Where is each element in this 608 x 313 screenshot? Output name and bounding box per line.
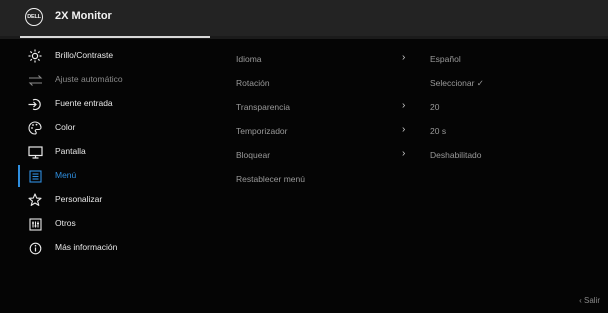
auto-adjust-icon (27, 73, 43, 87)
setting-row-idioma[interactable]: Idioma › Español (236, 49, 596, 71)
setting-row-restablecer-menu[interactable]: Restablecer menú (236, 169, 596, 191)
palette-icon (27, 121, 43, 135)
setting-name: Rotación (236, 78, 270, 88)
setting-row-bloquear[interactable]: Bloquear › Deshabilitado (236, 145, 596, 167)
osd-header: DELL 2X Monitor (0, 0, 608, 36)
dell-logo: DELL (25, 8, 43, 26)
menu-item-label: Color (55, 122, 76, 132)
setting-value: 20 (430, 102, 440, 112)
menu-item-label: Menú (55, 170, 77, 180)
menu-item-otros[interactable]: Otros (0, 212, 220, 236)
menu-section-indicator (20, 36, 210, 38)
sun-icon (27, 49, 43, 63)
menu-icon (27, 169, 43, 183)
menu-item-label: Personalizar (55, 194, 103, 204)
chevron-right-icon: › (402, 100, 406, 111)
selection-indicator (18, 165, 20, 187)
menu-item-label: Ajuste automático (55, 74, 123, 84)
input-source-icon (27, 97, 43, 111)
setting-row-rotacion[interactable]: Rotación Seleccionar ✓ (236, 73, 596, 95)
exit-button[interactable]: ‹ Salir (579, 296, 600, 305)
menu-item-brillo-contraste[interactable]: Brillo/Contraste (0, 44, 220, 68)
menu-item-ajuste-automatico[interactable]: Ajuste automático (0, 68, 220, 92)
display-icon (27, 145, 43, 159)
menu-item-label: Fuente entrada (55, 98, 113, 108)
setting-name: Idioma (236, 54, 262, 64)
setting-row-temporizador[interactable]: Temporizador › 20 s (236, 121, 596, 143)
menu-item-label: Más información (55, 242, 118, 252)
setting-value: Deshabilitado (430, 150, 482, 160)
setting-row-transparencia[interactable]: Transparencia › 20 (236, 97, 596, 119)
info-icon (27, 241, 43, 255)
osd-title: 2X Monitor (55, 10, 112, 22)
menu-item-pantalla[interactable]: Pantalla (0, 140, 220, 164)
setting-name: Restablecer menú (236, 174, 305, 184)
chevron-right-icon: › (402, 148, 406, 159)
others-icon (27, 217, 43, 231)
menu-item-mas-informacion[interactable]: Más información (0, 236, 220, 260)
setting-value: 20 s (430, 126, 447, 136)
setting-value: Español (430, 54, 461, 64)
setting-name: Temporizador (236, 126, 288, 136)
menu-item-menu[interactable]: Menú (0, 164, 220, 188)
menu-item-personalizar[interactable]: Personalizar (0, 188, 220, 212)
menu-item-label: Pantalla (55, 146, 86, 156)
menu-item-color[interactable]: Color (0, 116, 220, 140)
menu-item-label: Brillo/Contraste (55, 50, 114, 60)
menu-item-fuente-entrada[interactable]: Fuente entrada (0, 92, 220, 116)
chevron-right-icon: › (402, 52, 406, 63)
menu-item-label: Otros (55, 218, 76, 228)
setting-value: Seleccionar ✓ (430, 78, 484, 88)
setting-name: Transparencia (236, 102, 291, 112)
chevron-right-icon: › (402, 124, 406, 135)
setting-name: Bloquear (236, 150, 271, 160)
star-icon (27, 193, 43, 207)
